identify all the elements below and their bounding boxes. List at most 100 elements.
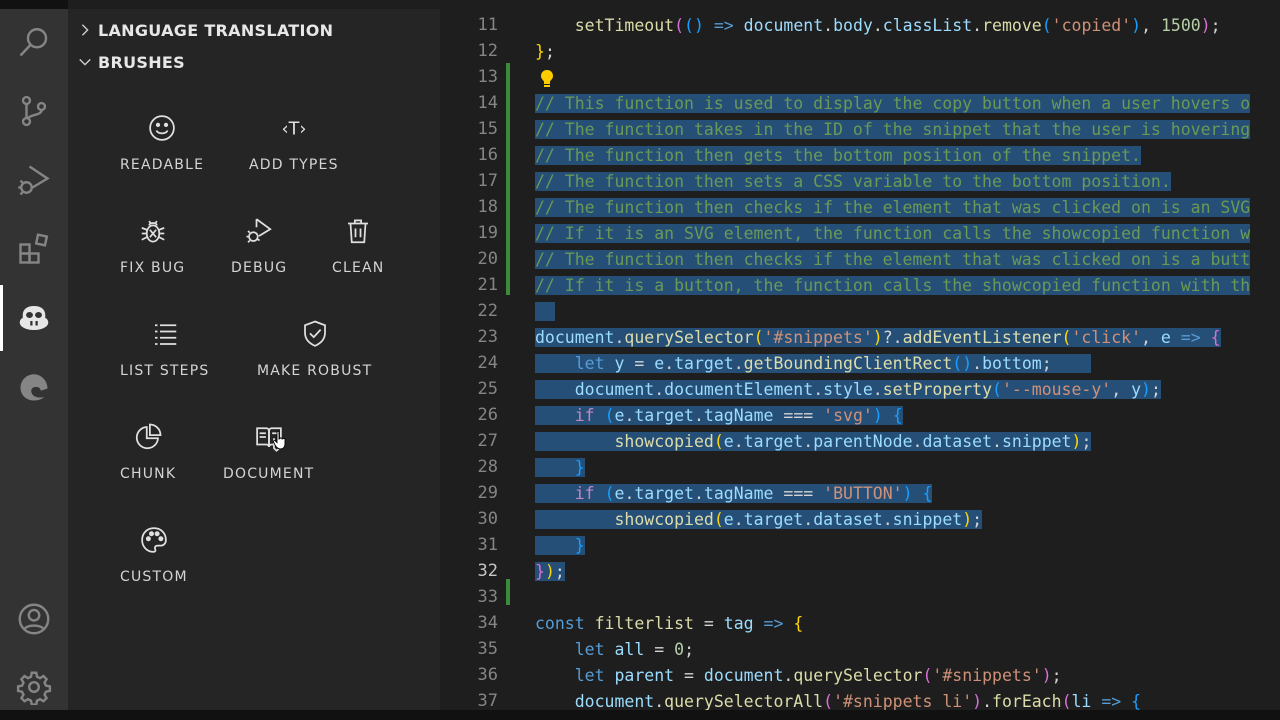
- section-label: LANGUAGE TRANSLATION: [98, 20, 334, 40]
- list-icon: [154, 324, 176, 345]
- code-text: let parent = document.querySelector('#sn…: [574, 666, 1062, 685]
- code-line: 15// The function takes in the ID of the…: [440, 117, 1280, 143]
- palette-icon: [141, 527, 167, 553]
- lightbulb-icon[interactable]: [538, 69, 556, 89]
- code-line: 12 };: [440, 39, 1280, 65]
- sidebar: LANGUAGE TRANSLATION BRUSHES READABLE ‹T…: [68, 9, 440, 710]
- code-line: 11 setTimeout(() => document.body.classL…: [440, 13, 1280, 39]
- section-language-translation[interactable]: LANGUAGE TRANSLATION: [78, 16, 333, 44]
- code-text: document.querySelectorAll('#snippets li'…: [574, 692, 1142, 710]
- code-text: // If it is an SVG element, the function…: [535, 224, 1251, 243]
- brush-label: DOCUMENT: [223, 466, 315, 482]
- code-text: showcopied(e.target.parentNode.dataset.s…: [535, 429, 1092, 455]
- code-text: if (e.target.tagName === 'svg') {: [535, 403, 903, 429]
- code-line: 26 if (e.target.tagName === 'svg') {: [440, 403, 1280, 429]
- code-line: 14// This function is used to display th…: [440, 91, 1280, 117]
- svg-text:‹T›: ‹T›: [281, 119, 306, 139]
- brush-label: MAKE ROBUST: [257, 363, 373, 379]
- code-text: [535, 299, 555, 325]
- code-line: 37 document.querySelectorAll('#snippets …: [440, 689, 1280, 710]
- brush-fix-bug[interactable]: FIX BUG: [120, 216, 185, 276]
- code-text: // The function then sets a CSS variable…: [535, 172, 1171, 191]
- brush-label: FIX BUG: [120, 260, 186, 276]
- bottom-border: [0, 710, 1280, 720]
- brush-clean[interactable]: CLEAN: [332, 216, 384, 276]
- code-line: 25 document.documentElement.style.setPro…: [440, 377, 1280, 403]
- code-line: 19// If it is an SVG element, the functi…: [440, 221, 1280, 247]
- code-line: 18// The function then checks if the ele…: [440, 195, 1280, 221]
- copilot-labs-icon[interactable]: [0, 285, 68, 351]
- brush-custom[interactable]: CUSTOM: [120, 525, 188, 585]
- code-text: // The function then checks if the eleme…: [535, 198, 1251, 217]
- chevron-down-icon: [79, 58, 91, 66]
- type-icon: ‹T›: [281, 119, 306, 139]
- brush-debug[interactable]: DEBUG: [231, 216, 287, 276]
- brush-list-steps[interactable]: LIST STEPS: [120, 319, 209, 379]
- code-text: });: [535, 562, 565, 581]
- code-text: // This function is used to display the …: [535, 94, 1251, 113]
- code-text: // If it is a button, the function calls…: [535, 276, 1251, 295]
- account-icon[interactable]: [0, 594, 68, 644]
- code-line: 23 document.querySelector('#snippets')?.a…: [440, 325, 1280, 351]
- code-line: 28 }: [440, 455, 1280, 481]
- code-text: if (e.target.tagName === 'BUTTON') {: [535, 481, 933, 507]
- code-line: 32});: [440, 559, 1280, 585]
- brush-make-robust[interactable]: MAKE ROBUST: [257, 319, 372, 379]
- code-text: // The function then checks if the eleme…: [535, 250, 1251, 269]
- run-debug-icon[interactable]: [0, 155, 68, 205]
- code-line: 30 showcopied(e.target.dataset.snippet);: [440, 507, 1280, 533]
- brush-label: CHUNK: [120, 466, 177, 482]
- bug-icon: [141, 220, 165, 243]
- brush-label: READABLE: [120, 157, 205, 173]
- code-line: 31 }: [440, 533, 1280, 559]
- code-text: let y = e.target.getBoundingClientRect()…: [535, 351, 1092, 377]
- shield-check-icon: [303, 320, 326, 347]
- chevron-right-icon: [81, 24, 89, 36]
- code-text: }: [535, 533, 585, 559]
- code-line: 34 const filterlist = tag => {: [440, 611, 1280, 637]
- source-control-icon[interactable]: [0, 86, 68, 136]
- section-brushes[interactable]: BRUSHES: [78, 48, 185, 76]
- code-text: };: [535, 42, 555, 61]
- section-label: BRUSHES: [98, 52, 185, 72]
- code-text: setTimeout(() => document.body.classList…: [574, 16, 1221, 35]
- code-editor[interactable]: 11 setTimeout(() => document.body.classL…: [440, 9, 1280, 710]
- code-line: 20// The function then checks if the ele…: [440, 247, 1280, 273]
- code-line: 27 showcopied(e.target.parentNode.datase…: [440, 429, 1280, 455]
- code-line: 21// If it is a button, the function cal…: [440, 273, 1280, 299]
- code-text: document.querySelector('#snippets')?.add…: [535, 328, 1221, 347]
- pie-chart-icon: [135, 423, 162, 450]
- brush-document[interactable]: DOCUMENT: [223, 422, 314, 482]
- code-text: document.documentElement.style.setProper…: [535, 377, 1161, 403]
- code-line: 16// The function then gets the bottom p…: [440, 143, 1280, 169]
- code-line: 17// The function then sets a CSS variab…: [440, 169, 1280, 195]
- brush-label: DEBUG: [231, 260, 288, 276]
- activity-bar: [0, 0, 68, 710]
- brush-label: CLEAN: [332, 260, 385, 276]
- brush-label: LIST STEPS: [120, 363, 210, 379]
- code-line: 24 let y = e.target.getBoundingClientRec…: [440, 351, 1280, 377]
- code-text: // The function then gets the bottom pos…: [535, 146, 1141, 165]
- smiley-icon: [149, 115, 175, 141]
- code-line: 13: [440, 65, 1280, 91]
- gear-icon[interactable]: [0, 662, 68, 712]
- code-text: }: [535, 455, 585, 481]
- trash-icon: [348, 219, 369, 244]
- code-text: // The function takes in the ID of the s…: [535, 120, 1251, 139]
- hand-cursor-icon: [272, 430, 286, 450]
- code-text: showcopied(e.target.dataset.snippet);: [535, 507, 983, 533]
- brush-label: CUSTOM: [120, 569, 188, 585]
- code-text: let all = 0;: [574, 640, 694, 659]
- code-line: 36 let parent = document.querySelector('…: [440, 663, 1280, 689]
- extensions-icon[interactable]: [0, 224, 68, 274]
- brush-add-types[interactable]: ‹T› ADD TYPES: [249, 113, 339, 173]
- search-icon[interactable]: [0, 17, 68, 67]
- code-line: 29 if (e.target.tagName === 'BUTTON') {: [440, 481, 1280, 507]
- debug-icon: [246, 218, 272, 243]
- brush-chunk[interactable]: CHUNK: [120, 422, 176, 482]
- edge-icon[interactable]: [0, 362, 68, 412]
- brush-label: ADD TYPES: [249, 157, 339, 173]
- code-text: const filterlist = tag => {: [535, 614, 804, 633]
- brush-readable[interactable]: READABLE: [120, 113, 204, 173]
- code-line: 22: [440, 299, 1280, 325]
